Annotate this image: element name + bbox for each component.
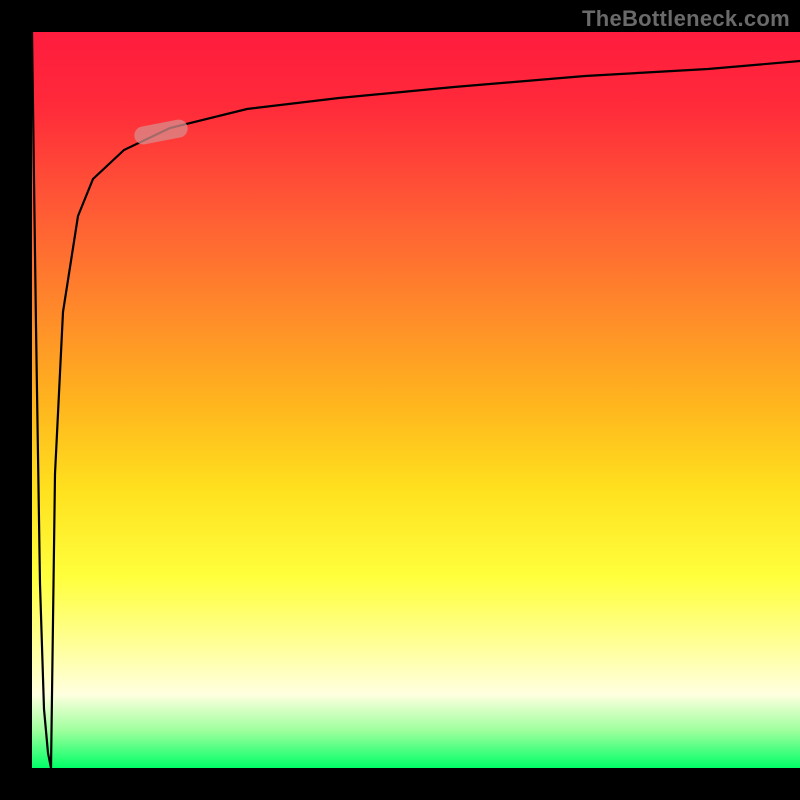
plot-area (32, 32, 800, 768)
chart-frame: TheBottleneck.com (0, 0, 800, 800)
watermark-text: TheBottleneck.com (582, 6, 790, 32)
